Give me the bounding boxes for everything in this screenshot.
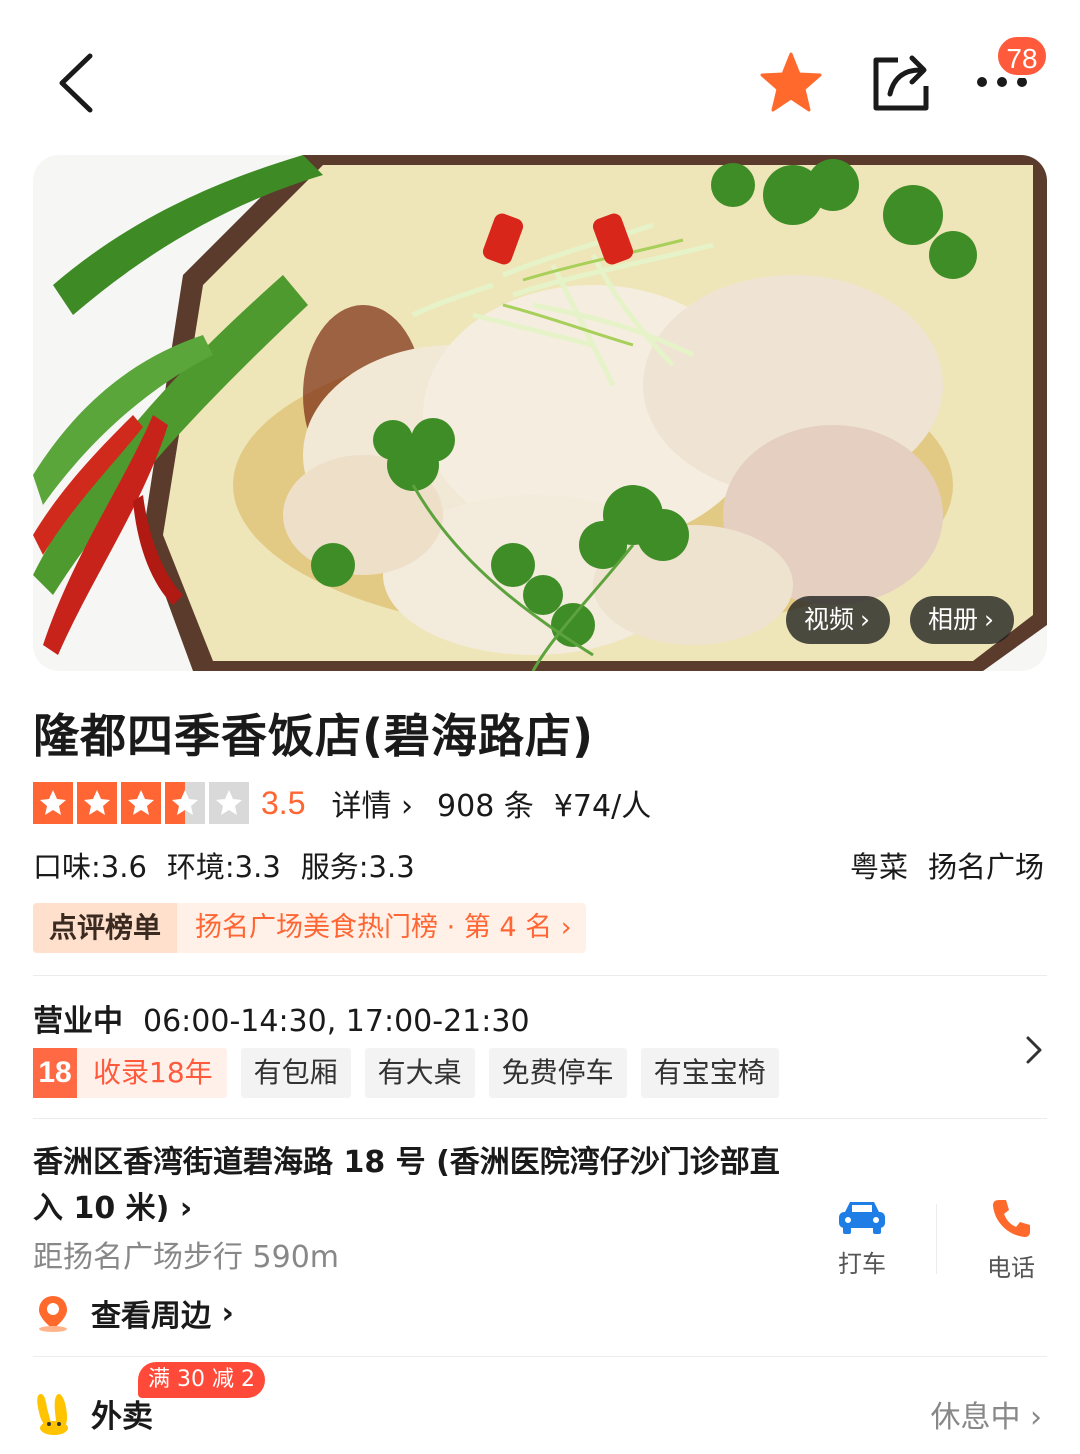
video-label: 视频: [804, 605, 855, 634]
years-number: 18: [33, 1048, 77, 1098]
facility-tag: 有宝宝椅: [640, 1048, 779, 1098]
nearby-link[interactable]: 查看周边 ›: [33, 1288, 234, 1338]
facility-tag: 免费停车: [488, 1048, 627, 1098]
album-button[interactable]: 相册 ›: [910, 596, 1015, 644]
half-star-icon: [165, 782, 205, 824]
star-icon: [33, 782, 73, 824]
distance-text: 距扬名广场步行 590m: [33, 1240, 340, 1275]
phone-button[interactable]: 电话: [961, 1196, 1061, 1283]
service-score: 服务:3.3: [300, 850, 415, 884]
business-area[interactable]: 扬名广场: [928, 844, 1044, 886]
album-label: 相册: [928, 605, 979, 634]
chevron-right-icon: ›: [1030, 1400, 1042, 1435]
divider: [33, 1356, 1047, 1357]
takeaway-status-label: 休息中: [930, 1400, 1021, 1435]
star-icon: [77, 782, 117, 824]
empty-star-icon: [209, 782, 249, 824]
dish-photo-illustration: [33, 155, 1047, 671]
notification-badge: 78: [995, 34, 1049, 78]
chevron-left-icon: [59, 53, 93, 113]
phone-label: 电话: [987, 1254, 1035, 1282]
chevron-right-icon[interactable]: [1020, 1034, 1048, 1066]
taste-score: 口味:3.6: [33, 850, 147, 884]
takeaway-status[interactable]: 休息中 ›: [930, 1392, 1042, 1436]
share-button[interactable]: [868, 50, 934, 116]
cuisine-type[interactable]: 粤菜: [850, 844, 908, 886]
promo-badge: 满 30 减 2: [138, 1362, 265, 1398]
facility-tag: 有大桌: [364, 1048, 475, 1098]
star-rating: [33, 782, 249, 824]
star-icon: [121, 782, 161, 824]
shop-photo[interactable]: [33, 155, 1047, 671]
review-count[interactable]: 908 条: [437, 781, 534, 825]
takeaway-rabbit-icon: [37, 1394, 68, 1435]
sub-scores: 口味:3.6 环境:3.3 服务:3.3: [33, 844, 415, 886]
star-icon: [760, 52, 822, 112]
taxi-label: 打车: [838, 1250, 886, 1278]
address-link[interactable]: 香洲区香湾街道碧海路 18 号 (香洲医院湾仔沙门诊部直入 10 米) ›: [33, 1140, 803, 1232]
detail-link[interactable]: 详情 ›: [331, 781, 413, 825]
divider: [33, 1118, 1047, 1119]
ranking-tag: 点评榜单: [33, 903, 178, 953]
avg-price: ¥74/人: [553, 789, 652, 824]
chevron-right-icon: ›: [560, 912, 572, 943]
ranking-text: 扬名广场美食热门榜 · 第 4 名 ›: [177, 903, 586, 953]
ranking-banner[interactable]: 点评榜单 扬名广场美食热门榜 · 第 4 名 ›: [33, 903, 586, 953]
years-listed-tag: 18 收录18年: [33, 1048, 227, 1098]
environment-score: 环境:3.3: [166, 850, 281, 884]
video-button[interactable]: 视频 ›: [786, 596, 891, 644]
ranking-label: 扬名广场美食热门榜 · 第 4 名: [195, 912, 553, 943]
nearby-label: 查看周边: [91, 1299, 211, 1334]
hours-time: 06:00-14:30, 17:00-21:30: [143, 1004, 530, 1039]
top-bar: 78: [0, 0, 1080, 150]
rating-score: 3.5: [261, 784, 306, 821]
detail-label: 详情: [331, 789, 392, 824]
share-icon: [873, 55, 929, 111]
rating-row: 3.5 详情 › 908 条 ¥74/人: [33, 780, 651, 826]
divider: [33, 975, 1047, 976]
chevron-right-icon: ›: [401, 789, 414, 824]
location-pin-icon: [39, 1296, 67, 1332]
takeaway-row[interactable]: 外卖: [33, 1386, 153, 1440]
years-label: 收录18年: [93, 1056, 213, 1089]
taxi-button[interactable]: 打车: [812, 1196, 912, 1279]
address-text: 香洲区香湾街道碧海路 18 号 (香洲医院湾仔沙门诊部直入 10 米): [33, 1145, 780, 1226]
facility-tag: 有包厢: [240, 1048, 351, 1098]
back-button[interactable]: [50, 48, 110, 118]
chevron-right-icon: ›: [860, 605, 871, 634]
favorite-button[interactable]: [758, 50, 824, 116]
open-status: 营业中: [33, 1004, 123, 1039]
car-icon: [839, 1202, 885, 1234]
chevron-right-icon: ›: [984, 605, 995, 634]
shop-name: 隆都四季香饭店(碧海路店): [33, 709, 595, 763]
business-hours[interactable]: 营业中 06:00-14:30, 17:00-21:30: [33, 996, 530, 1040]
phone-icon: [993, 1200, 1030, 1237]
chevron-right-icon: ›: [179, 1191, 193, 1226]
divider: [936, 1204, 937, 1274]
facility-tags: 18 收录18年 有包厢 有大桌 免费停车 有宝宝椅: [33, 1048, 779, 1098]
cuisine-area: 粤菜 扬名广场: [850, 844, 1044, 886]
chevron-right-icon: ›: [221, 1295, 234, 1331]
